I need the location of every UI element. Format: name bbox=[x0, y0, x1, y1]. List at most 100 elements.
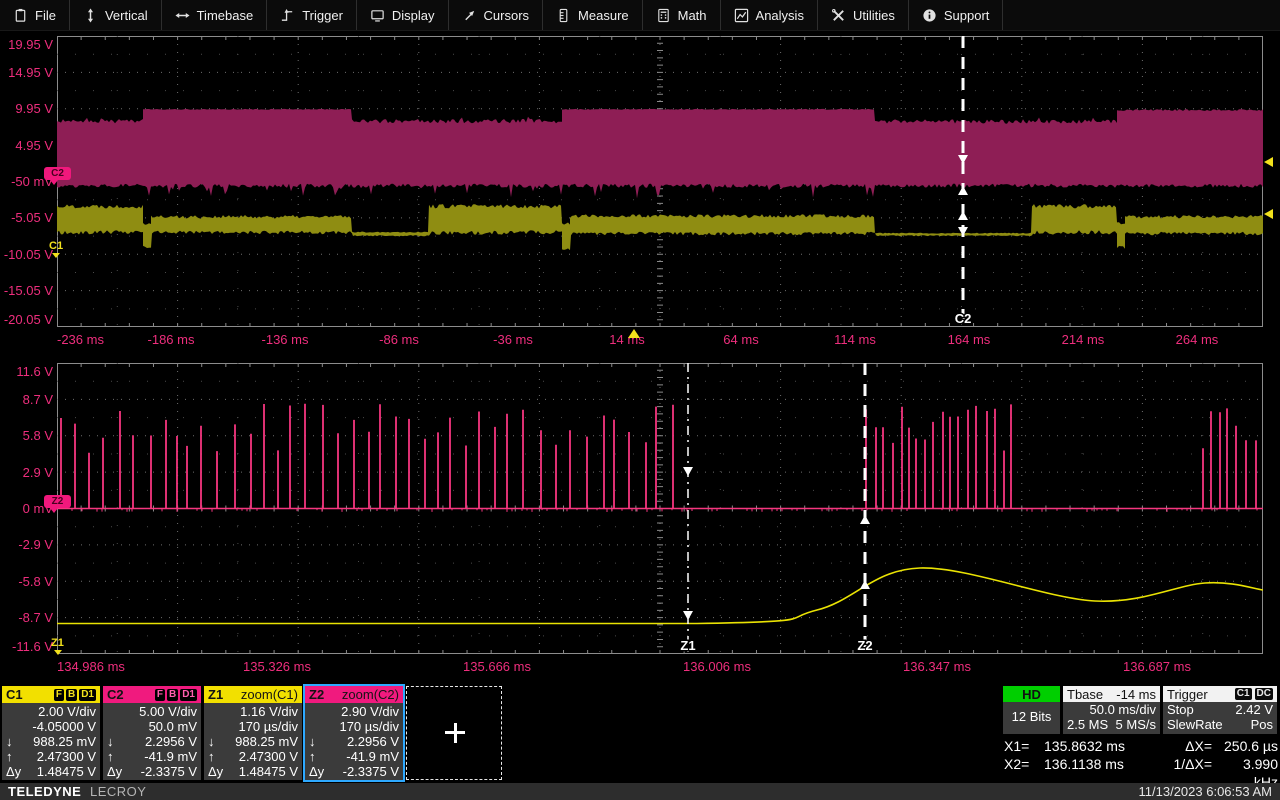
y-axis-label: -11.6 V bbox=[12, 639, 53, 654]
x-axis-label: -36 ms bbox=[493, 332, 533, 347]
right-level-marker-2[interactable] bbox=[1264, 209, 1273, 219]
delta-y-value: 1.48475 V bbox=[36, 764, 96, 779]
menu-display-label: Display bbox=[391, 7, 435, 23]
menu-timebase[interactable]: Timebase bbox=[162, 0, 267, 30]
cursor-readout: X1= 135.8632 ms ΔX= 250.6 µs X2= 136.113… bbox=[1004, 737, 1278, 790]
cursor-low-value: 2.2956 V bbox=[346, 734, 399, 749]
y-axis-label: -5.05 V bbox=[11, 210, 53, 226]
brand-teledyne: TELEDYNE bbox=[8, 784, 82, 799]
x-axis-label: 136.687 ms bbox=[1123, 659, 1191, 674]
channel-header: C1 F B D1 bbox=[2, 686, 100, 703]
menu-support-label: Support bbox=[943, 7, 990, 23]
timebase-offset: -14 ms bbox=[1116, 686, 1156, 702]
trigger-box[interactable]: Trigger C1 DC Stop 2.42 V SlewRate Pos bbox=[1163, 686, 1277, 734]
tdiv-value: 170 µs/div bbox=[339, 719, 399, 734]
trigger-slope: Pos bbox=[1250, 717, 1273, 732]
channel-header: Z2 zoom(C2) bbox=[305, 686, 403, 703]
z2-zero-marker-tip bbox=[50, 508, 58, 513]
display-icon bbox=[371, 9, 384, 22]
channel-badge-b: B bbox=[166, 688, 179, 701]
bottom-grid-canvas[interactable]: Z1 Z2 bbox=[57, 363, 1263, 654]
menu-utilities[interactable]: Utilities bbox=[818, 0, 908, 30]
x-axis-label: -186 ms bbox=[147, 332, 195, 347]
x-axis-label: 136.006 ms bbox=[683, 659, 751, 674]
acquisition-box[interactable]: HD 12 Bits bbox=[1003, 686, 1060, 734]
menu-display[interactable]: Display bbox=[357, 0, 448, 30]
y-axis-label: 14.95 V bbox=[8, 64, 53, 80]
trigger-edge-icon bbox=[282, 8, 293, 21]
brand-lecroy: LECROY bbox=[89, 784, 147, 799]
menu-cursors[interactable]: Cursors bbox=[449, 0, 543, 30]
menu-timebase-label: Timebase bbox=[196, 7, 254, 23]
menu-file[interactable]: File bbox=[0, 0, 69, 30]
menu-bar: File Vertical Timebase Trigger Display C… bbox=[0, 0, 1280, 31]
x1-value: 135.8632 ms bbox=[1044, 738, 1125, 754]
trigger-type: SlewRate bbox=[1167, 717, 1223, 732]
offset-value: -4.05000 V bbox=[32, 719, 96, 734]
trigger-level: 2.42 V bbox=[1235, 702, 1273, 717]
trigger-source-badge: C1 bbox=[1234, 688, 1252, 700]
utilities-tools-icon bbox=[831, 8, 844, 21]
y-axis-label: 4.95 V bbox=[15, 137, 53, 153]
add-trace-box[interactable] bbox=[406, 686, 502, 780]
channel-badge-b: B bbox=[65, 688, 78, 701]
timebase-box[interactable]: Tbase -14 ms 50.0 ms/div 2.5 MS 5 MS/s bbox=[1063, 686, 1160, 734]
x-axis-label: -236 ms bbox=[57, 332, 104, 347]
channel-box-z1[interactable]: Z1 zoom(C1) 1.16 V/div 170 µs/div ↓ 988.2… bbox=[204, 686, 302, 780]
horizontal-arrows-icon bbox=[175, 12, 190, 18]
z1-zero-marker[interactable]: Z1 bbox=[51, 638, 64, 649]
cursor-high-value: -41.9 mV bbox=[346, 749, 399, 764]
y-axis-label: -15.05 V bbox=[3, 283, 53, 299]
channel-box-c2[interactable]: C2 F B D1 5.00 V/div 50.0 mV ↓ 2.2956 V ↑… bbox=[103, 686, 201, 780]
support-info-icon bbox=[923, 8, 936, 22]
math-calculator-icon bbox=[657, 8, 669, 22]
menu-measure[interactable]: Measure bbox=[543, 0, 642, 30]
y-axis-label: -5.8 V bbox=[18, 573, 53, 589]
top-grid-canvas[interactable]: C2 bbox=[57, 36, 1263, 327]
x-axis-label: 114 ms bbox=[834, 332, 876, 347]
vdiv-value: 5.00 V/div bbox=[139, 704, 197, 719]
menu-math[interactable]: Math bbox=[643, 0, 720, 30]
trigger-label: Trigger bbox=[1167, 686, 1208, 702]
cursor-arrow-icon bbox=[464, 10, 474, 20]
menu-trigger[interactable]: Trigger bbox=[267, 0, 356, 30]
menu-trigger-label: Trigger bbox=[302, 7, 343, 23]
c1-zero-marker[interactable]: C1 bbox=[49, 241, 63, 252]
z2-zero-marker[interactable]: Z2 bbox=[44, 495, 71, 508]
svg-text:C2: C2 bbox=[955, 311, 972, 326]
menu-support[interactable]: Support bbox=[909, 0, 1003, 30]
menu-vertical[interactable]: Vertical bbox=[70, 0, 161, 30]
x-axis-label: 214 ms bbox=[1061, 332, 1105, 347]
vdiv-value: 2.00 V/div bbox=[38, 704, 96, 719]
x-axis-label: -86 ms bbox=[379, 332, 419, 347]
trigger-time-marker[interactable] bbox=[628, 329, 640, 338]
menu-separator bbox=[1002, 0, 1004, 30]
channel-name: C1 bbox=[6, 687, 23, 702]
hd-mode-label: HD bbox=[1003, 686, 1060, 702]
y-axis-label: 8.7 V bbox=[22, 391, 53, 407]
channel-name: Z2 bbox=[309, 687, 325, 702]
y-axis-label: 9.95 V bbox=[15, 101, 53, 117]
vdiv-value: 2.90 V/div bbox=[341, 704, 399, 719]
menu-analysis[interactable]: Analysis bbox=[721, 0, 817, 30]
y-axis-label: 2.9 V bbox=[22, 464, 53, 480]
dx-value: 250.6 µs bbox=[1224, 738, 1278, 754]
z1-zero-marker-tip bbox=[54, 650, 62, 655]
cursor-low-value: 988.25 mV bbox=[235, 734, 298, 749]
y-axis-label: -2.9 V bbox=[18, 537, 53, 553]
add-trace-icon bbox=[453, 722, 457, 743]
zoom-source-label: zoom(C2) bbox=[341, 687, 399, 702]
timebase-samples: 2.5 MS bbox=[1067, 717, 1109, 732]
channel-box-z2[interactable]: Z2 zoom(C2) 2.90 V/div 170 µs/div ↓ 2.295… bbox=[305, 686, 403, 780]
channel-box-c1[interactable]: C1 F B D1 2.00 V/div -4.05000 V ↓ 988.25 … bbox=[2, 686, 100, 780]
x1-label: X1= bbox=[1004, 738, 1030, 754]
c1-zero-marker-tip bbox=[52, 253, 60, 258]
x-axis-label: 135.326 ms bbox=[243, 659, 311, 674]
y-axis-label: 11.6 V bbox=[16, 364, 53, 379]
y-axis-label: -20.05 V bbox=[3, 312, 53, 327]
vdiv-value: 1.16 V/div bbox=[240, 704, 298, 719]
c2-zero-marker[interactable]: C2 bbox=[44, 167, 71, 180]
x-axis-label: 134.986 ms bbox=[57, 659, 125, 674]
channel-badge-f: F bbox=[53, 688, 64, 701]
right-level-marker-1[interactable] bbox=[1264, 157, 1273, 167]
